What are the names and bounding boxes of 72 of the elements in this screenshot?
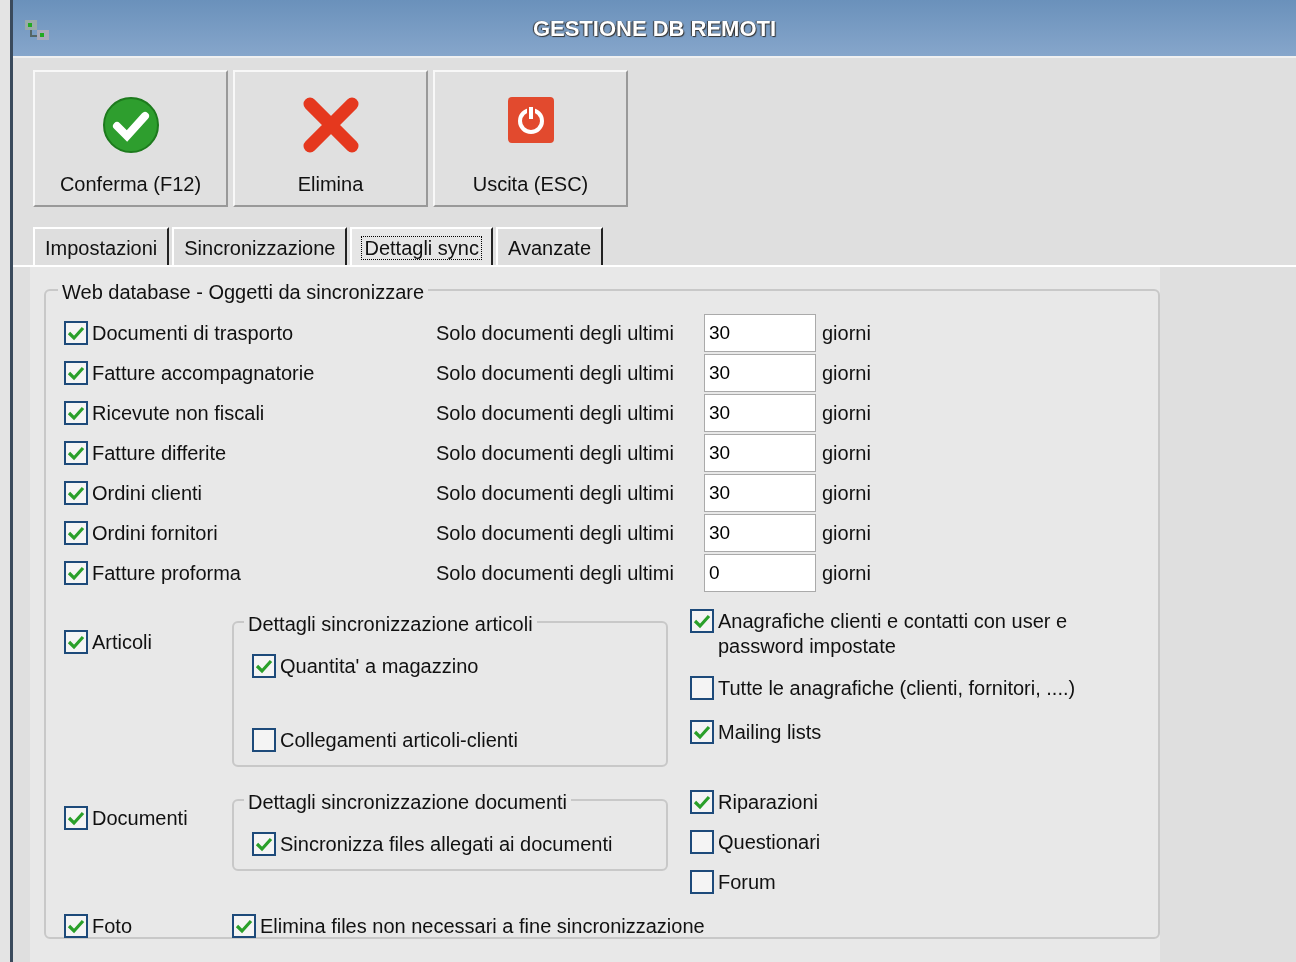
field-label: Solo documenti degli ultimi: [436, 521, 675, 546]
checkbox-label: Riparazioni: [718, 790, 819, 815]
unit-label: giorni: [821, 361, 872, 386]
toolbar-button[interactable]: Uscita (ESC): [433, 70, 628, 207]
checkbox[interactable]: [64, 441, 88, 465]
number-field[interactable]: 0: [704, 554, 816, 592]
checkbox[interactable]: [64, 321, 88, 345]
checkbox[interactable]: [690, 609, 714, 633]
unit-label: giorni: [821, 441, 872, 466]
checkbox[interactable]: [252, 654, 276, 678]
checkbox[interactable]: [690, 676, 714, 700]
field-label: Solo documenti degli ultimi: [436, 561, 675, 586]
checkbox[interactable]: [64, 914, 88, 938]
tab[interactable]: Impostazioni: [33, 227, 170, 265]
checkbox[interactable]: [690, 720, 714, 744]
checkbox[interactable]: [64, 401, 88, 425]
checkbox[interactable]: [64, 630, 88, 654]
checkbox-label: Elimina files non necessari a fine sincronizzazione: [260, 914, 705, 939]
tab[interactable]: Dettagli sync: [350, 227, 493, 265]
unit-label: giorni: [821, 321, 872, 346]
number-field[interactable]: 30: [704, 354, 816, 392]
checkbox-label: Forum: [718, 870, 776, 895]
checkbox[interactable]: [64, 521, 88, 545]
checkbox-label: Ricevute non fiscali: [92, 401, 265, 426]
checkbox-label: Questionari: [718, 830, 821, 855]
tab[interactable]: Sincronizzazione: [172, 227, 348, 265]
cross-icon: [301, 96, 360, 154]
checkbox[interactable]: [252, 728, 276, 752]
field-label: Solo documenti degli ultimi: [436, 441, 675, 466]
checkbox-label: Fatture differite: [92, 441, 227, 466]
checkbox[interactable]: [690, 870, 714, 894]
checkbox-label: Articoli: [92, 630, 152, 655]
number-field[interactable]: 30: [704, 514, 816, 552]
checkbox-label: Ordini clienti: [92, 481, 203, 506]
number-field[interactable]: 30: [704, 474, 816, 512]
unit-label: giorni: [821, 481, 872, 506]
checkbox-label: Collegamenti articoli-clienti: [280, 728, 518, 753]
field-label: Solo documenti degli ultimi: [436, 481, 675, 506]
checkbox[interactable]: [64, 806, 88, 830]
checkbox[interactable]: [64, 561, 88, 585]
check-circle-icon: [101, 96, 160, 154]
number-field[interactable]: 30: [704, 434, 816, 472]
checkbox[interactable]: [232, 914, 256, 938]
field-label: Solo documenti degli ultimi: [436, 321, 675, 346]
checkbox-label: Ordini fornitori: [92, 521, 218, 546]
window-title: GESTIONE DB REMOTI: [532, 14, 777, 43]
number-field[interactable]: 30: [704, 394, 816, 432]
checkbox-label: Mailing lists: [718, 720, 822, 745]
toolbar-button[interactable]: Elimina: [233, 70, 428, 207]
checkbox[interactable]: [64, 481, 88, 505]
checkbox-label: Anagrafiche clienti e contatti con user e password impostate: [718, 609, 1069, 659]
checkbox-label: Documenti: [92, 806, 188, 831]
checkbox[interactable]: [690, 790, 714, 814]
checkbox[interactable]: [252, 832, 276, 856]
checkbox-label: Foto: [92, 914, 133, 939]
checkbox-label: Documenti di trasporto: [92, 321, 294, 346]
unit-label: giorni: [821, 401, 872, 426]
tab[interactable]: Avanzate: [496, 227, 603, 265]
checkbox-label: Fatture accompagnatorie: [92, 361, 315, 386]
checkbox-label: Sincronizza files allegati ai documenti: [280, 832, 613, 857]
field-label: Solo documenti degli ultimi: [436, 361, 675, 386]
checkbox-label: Tutte le anagrafiche (clienti, fornitori, ....): [718, 676, 1076, 701]
checkbox[interactable]: [64, 361, 88, 385]
unit-label: giorni: [821, 561, 872, 586]
field-label: Solo documenti degli ultimi: [436, 401, 675, 426]
toolbar-button[interactable]: Conferma (F12): [33, 70, 228, 207]
checkbox-label: Fatture proforma: [92, 561, 241, 586]
number-field[interactable]: 30: [704, 314, 816, 352]
checkbox-label: Quantita' a magazzino: [280, 654, 479, 679]
power-icon: [506, 96, 555, 144]
unit-label: giorni: [821, 521, 872, 546]
checkbox[interactable]: [690, 830, 714, 854]
